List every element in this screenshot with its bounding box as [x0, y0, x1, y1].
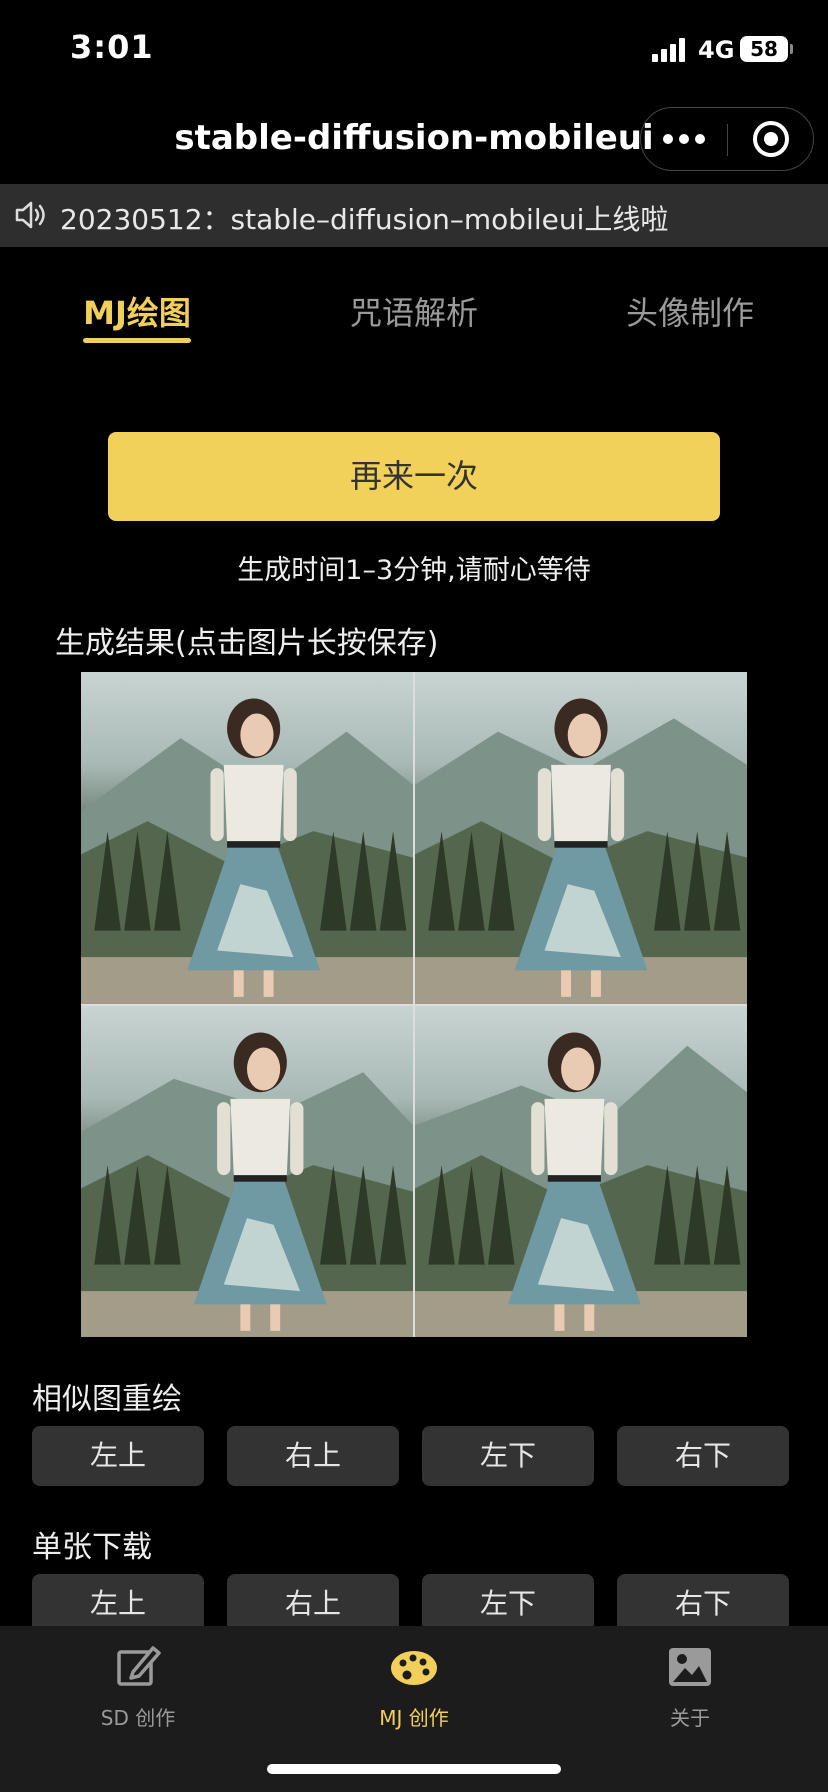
- face-shape: [567, 713, 601, 757]
- arm-shape: [290, 1101, 304, 1175]
- face-shape: [240, 713, 274, 757]
- status-time: 3:01: [70, 28, 154, 66]
- speaker-icon: [15, 201, 45, 229]
- result-title: 生成结果(点击图片长按保存): [55, 626, 439, 661]
- leg-shape: [590, 970, 601, 997]
- photo-illustration: [415, 1032, 747, 1337]
- arm-shape: [531, 1101, 545, 1175]
- tabbar-item-sd[interactable]: SD 创作: [0, 1626, 276, 1746]
- leg-shape: [263, 970, 274, 997]
- redraw-section-title: 相似图重绘: [32, 1382, 182, 1417]
- face-shape: [247, 1046, 281, 1091]
- target-icon[interactable]: [753, 121, 789, 157]
- result-image-top-left[interactable]: [81, 672, 413, 1004]
- download-bottom-left-button[interactable]: 左下: [422, 1574, 594, 1634]
- blouse-shape: [230, 1098, 291, 1175]
- result-image-bottom-left[interactable]: [81, 1005, 413, 1337]
- wait-hint: 生成时间1–3分钟,请耐心等待: [237, 555, 591, 586]
- leg-shape: [561, 970, 572, 997]
- redraw-top-right-button[interactable]: 右上: [227, 1426, 399, 1486]
- retry-button[interactable]: 再来一次: [108, 432, 720, 521]
- download-top-left-button[interactable]: 左上: [32, 1574, 204, 1634]
- capsule-divider: [727, 124, 728, 156]
- leg-shape: [584, 1303, 595, 1331]
- photo-illustration: [81, 698, 413, 1004]
- tabbar-item-about[interactable]: 关于: [552, 1626, 828, 1746]
- tab-avatar-making[interactable]: 头像制作: [612, 288, 768, 334]
- mini-program-capsule: [640, 107, 814, 171]
- more-dots-icon[interactable]: [663, 130, 707, 150]
- tabbar-item-mj[interactable]: MJ 创作: [276, 1626, 552, 1746]
- arm-shape: [610, 768, 625, 842]
- signal-icon: [652, 38, 688, 62]
- status-bar: 3:01 4G 58: [0, 0, 828, 100]
- blouse-shape: [223, 764, 284, 842]
- redraw-button-row: 左上 右上 左下 右下: [32, 1426, 790, 1486]
- tabbar-label-mj: MJ 创作: [379, 1706, 449, 1730]
- tab-prompt-analysis[interactable]: 咒语解析: [336, 288, 492, 334]
- result-image-grid: [81, 672, 747, 1337]
- leg-shape: [240, 1303, 251, 1331]
- network-type: 4G: [698, 36, 735, 64]
- edit-icon: [117, 1646, 161, 1686]
- battery-tip: [790, 44, 793, 54]
- tab-mj-draw[interactable]: MJ绘图: [60, 288, 214, 334]
- battery-icon: 58: [740, 36, 788, 62]
- tab-active-indicator: [83, 338, 191, 343]
- blouse-shape: [551, 764, 611, 842]
- blouse-shape: [544, 1098, 605, 1175]
- arm-shape: [217, 1101, 231, 1175]
- notice-text: 20230512：stable–diffusion–mobileui上线啦: [60, 203, 669, 236]
- result-image-top-right[interactable]: [415, 672, 747, 1004]
- result-image-bottom-right[interactable]: [415, 1005, 747, 1337]
- photo-illustration: [415, 698, 747, 1004]
- home-indicator: [267, 1764, 561, 1774]
- arm-shape: [537, 768, 552, 842]
- download-bottom-right-button[interactable]: 右下: [617, 1574, 789, 1634]
- redraw-bottom-left-button[interactable]: 左下: [422, 1426, 594, 1486]
- arm-shape: [210, 768, 224, 842]
- image-icon: [669, 1648, 711, 1686]
- download-top-right-button[interactable]: 右上: [227, 1574, 399, 1634]
- arm-shape: [283, 768, 297, 842]
- leg-shape: [270, 1303, 281, 1331]
- redraw-bottom-right-button[interactable]: 右下: [617, 1426, 789, 1486]
- notice-bar: 20230512：stable–diffusion–mobileui上线啦: [0, 184, 828, 247]
- download-section-title: 单张下载: [32, 1530, 152, 1565]
- tabbar-label-sd: SD 创作: [100, 1706, 176, 1730]
- leg-shape: [554, 1303, 565, 1331]
- redraw-top-left-button[interactable]: 左上: [32, 1426, 204, 1486]
- download-button-row: 左上 右上 左下 右下: [32, 1574, 790, 1634]
- photo-illustration: [81, 1032, 413, 1337]
- arm-shape: [604, 1101, 618, 1175]
- face-shape: [561, 1046, 595, 1091]
- palette-icon: [391, 1651, 437, 1685]
- tabbar-label-about: 关于: [670, 1706, 710, 1730]
- leg-shape: [233, 970, 244, 997]
